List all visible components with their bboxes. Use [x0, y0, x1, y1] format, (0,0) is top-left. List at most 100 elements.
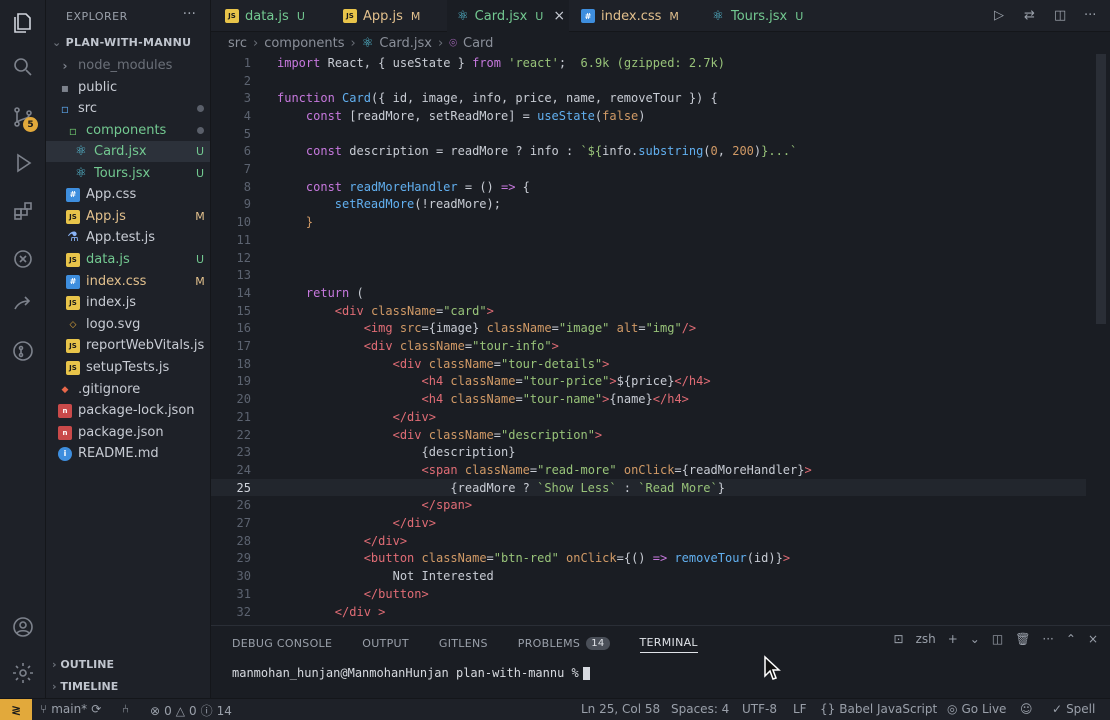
code-line[interactable]: 5: [211, 125, 1086, 143]
code-line[interactable]: 18 <div className="tour-details">: [211, 355, 1086, 373]
source-control-icon[interactable]: 5: [8, 102, 38, 132]
tree-item-index-js[interactable]: JS index.js: [46, 292, 210, 313]
code-line[interactable]: 9 setReadMore(!readMore);: [211, 196, 1086, 214]
code-line[interactable]: 10 }: [211, 213, 1086, 231]
code-line[interactable]: 28 </div>: [211, 532, 1086, 550]
search-icon[interactable]: [8, 52, 38, 82]
tree-item-card-jsx[interactable]: ⚛ Card.jsx U: [46, 141, 210, 162]
code-line[interactable]: 4 const [readMore, setReadMore] = useSta…: [211, 107, 1086, 125]
language-mode[interactable]: {} Babel JavaScript: [820, 702, 937, 716]
code-line[interactable]: 19 <h4 className="tour-price">${price}</…: [211, 373, 1086, 391]
code-line[interactable]: 29 <button className="btn-red" onClick={…: [211, 550, 1086, 568]
shell-name[interactable]: zsh: [916, 632, 936, 646]
tab-output[interactable]: OUTPUT: [362, 633, 409, 653]
close-panel-icon[interactable]: ×: [1088, 632, 1098, 646]
chevron-down-icon[interactable]: ⌄: [970, 632, 980, 646]
code-line[interactable]: 27 </div>: [211, 514, 1086, 532]
spell-check[interactable]: ✓ Spell: [1052, 702, 1095, 716]
problems-indicator[interactable]: ⊗ 0 △ 0 ⓘ 14: [150, 702, 232, 719]
branch-indicator[interactable]: ⑂ main* ⟳: [40, 702, 101, 716]
breadcrumb-card-symbol[interactable]: Card: [463, 36, 493, 51]
workspace-root[interactable]: ⌄ PLAN-WITH-MANNU: [52, 36, 191, 49]
breadcrumb-components[interactable]: components: [264, 36, 344, 51]
extensions-icon[interactable]: [8, 196, 38, 226]
code-line[interactable]: 2: [211, 72, 1086, 90]
code-line[interactable]: 20 <h4 className="tour-name">{name}</h4>: [211, 390, 1086, 408]
code-editor[interactable]: 1 import React, { useState } from 'react'…: [211, 54, 1110, 620]
tree-item-package-lock[interactable]: n package-lock.json: [46, 400, 210, 421]
code-line[interactable]: 15 <div className="card">: [211, 302, 1086, 320]
remote-indicator-icon[interactable]: ≷: [0, 699, 32, 720]
tab-card-jsx[interactable]: ⚛ Card.jsx U ×: [447, 0, 569, 32]
timeline-section[interactable]: › TIMELINE: [52, 680, 118, 693]
tree-item-setup-tests[interactable]: JS setupTests.js: [46, 357, 210, 378]
tree-item-report-web-vitals[interactable]: JS reportWebVitals.js: [46, 335, 210, 356]
tree-item-components[interactable]: ▫ components: [46, 120, 210, 141]
tree-item-src[interactable]: ▫ src: [46, 98, 210, 119]
tree-item-app-test-js[interactable]: ⚗ App.test.js: [46, 227, 210, 248]
tree-item-app-js[interactable]: JS App.js M: [46, 206, 210, 227]
tab-problems[interactable]: PROBLEMS 14: [518, 633, 610, 653]
copilot-icon[interactable]: ☺: [1020, 702, 1033, 716]
explorer-icon[interactable]: [8, 8, 38, 38]
code-line[interactable]: 8 const readMoreHandler = () => {: [211, 178, 1086, 196]
live-share-icon[interactable]: [8, 290, 38, 320]
new-terminal-icon[interactable]: +: [948, 632, 958, 646]
compare-changes-icon[interactable]: ⇄: [1024, 8, 1040, 24]
tree-item-logo-svg[interactable]: ◇ logo.svg: [46, 314, 210, 335]
settings-gear-icon[interactable]: [8, 658, 38, 688]
code-line[interactable]: 32 </div >: [211, 603, 1086, 620]
current-code-line[interactable]: 25 {readMore ? `Show Less` : `Read More`…: [211, 478, 1086, 497]
code-line[interactable]: 7: [211, 160, 1086, 178]
maximize-panel-icon[interactable]: ⌃: [1066, 632, 1076, 646]
run-icon[interactable]: ▷: [994, 8, 1010, 24]
more-actions-icon[interactable]: ···: [1084, 8, 1100, 24]
code-line[interactable]: 24 <span className="read-more" onClick={…: [211, 461, 1086, 479]
code-line[interactable]: 6 const description = readMore ? info : …: [211, 143, 1086, 161]
outline-section[interactable]: › OUTLINE: [52, 658, 114, 671]
code-line[interactable]: 23 {description}: [211, 443, 1086, 461]
cursor-position[interactable]: Ln 25, Col 58: [581, 702, 660, 716]
run-debug-icon[interactable]: [8, 148, 38, 178]
code-line[interactable]: 30 Not Interested: [211, 567, 1086, 585]
terminal-prompt[interactable]: manmohan_hunjan@ManmohanHunjan plan-with…: [232, 666, 590, 680]
code-line[interactable]: 26 </span>: [211, 497, 1086, 515]
code-line[interactable]: 3 function Card({ id, image, info, price,…: [211, 89, 1086, 107]
tree-item-public[interactable]: ▪ public: [46, 77, 210, 98]
tree-item-package-json[interactable]: n package.json: [46, 422, 210, 443]
code-line[interactable]: 16 <img src={image} className="image" al…: [211, 320, 1086, 338]
code-line[interactable]: 22 <div className="description">: [211, 426, 1086, 444]
code-line[interactable]: 31 </button>: [211, 585, 1086, 603]
editor-scrollbar[interactable]: [1096, 54, 1106, 324]
more-actions-icon[interactable]: ···: [183, 6, 196, 22]
tab-terminal[interactable]: TERMINAL: [639, 633, 698, 653]
code-line[interactable]: 13: [211, 266, 1086, 284]
tab-index-css[interactable]: # index.css M: [571, 0, 689, 32]
trash-icon[interactable]: 🗑: [1015, 632, 1030, 646]
tab-debug-console[interactable]: DEBUG CONSOLE: [232, 633, 332, 653]
tab-app-js[interactable]: JS App.js M: [333, 0, 430, 32]
account-icon[interactable]: [8, 612, 38, 642]
code-line[interactable]: 11: [211, 231, 1086, 249]
split-editor-icon[interactable]: ◫: [1054, 8, 1070, 24]
go-live-button[interactable]: ◎ Go Live: [947, 702, 1006, 716]
tree-item-index-css[interactable]: # index.css M: [46, 271, 210, 292]
line-ending[interactable]: LF: [793, 702, 807, 716]
code-line[interactable]: 12: [211, 249, 1086, 267]
tree-item-data-js[interactable]: JS data.js U: [46, 249, 210, 270]
close-tab-icon[interactable]: ×: [553, 8, 565, 24]
encoding[interactable]: UTF-8: [742, 702, 777, 716]
tree-item-app-css[interactable]: # App.css: [46, 184, 210, 205]
tab-data-js[interactable]: JS data.js U: [215, 0, 315, 32]
more-actions-icon[interactable]: ···: [1042, 632, 1053, 646]
split-terminal-icon[interactable]: ◫: [992, 632, 1003, 646]
tree-item-node-modules[interactable]: › node_modules: [46, 55, 210, 76]
tree-item-tours-jsx[interactable]: ⚛ Tours.jsx U: [46, 163, 210, 184]
code-line[interactable]: 1 import React, { useState } from 'react'…: [211, 54, 1086, 72]
indentation[interactable]: Spaces: 4: [671, 702, 729, 716]
breadcrumb-card-jsx[interactable]: Card.jsx: [379, 36, 432, 51]
code-line[interactable]: 17 <div className="tour-info">: [211, 337, 1086, 355]
tab-gitlens[interactable]: GITLENS: [439, 633, 488, 653]
tree-item-readme[interactable]: i README.md: [46, 443, 210, 464]
git-graph-icon[interactable]: ⑃: [122, 702, 129, 716]
